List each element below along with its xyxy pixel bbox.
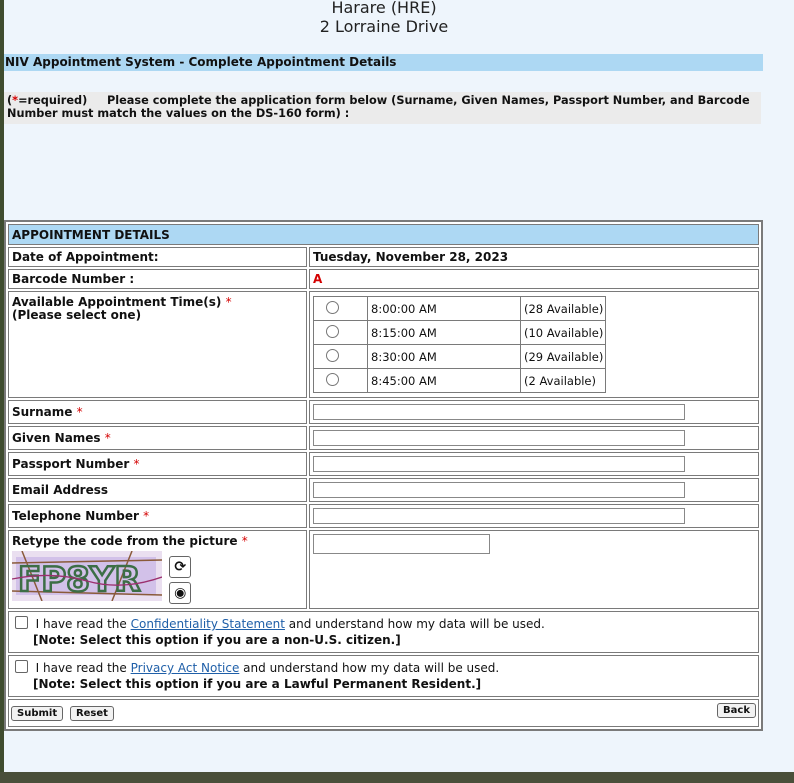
captcha-code: FP8YR [18,560,141,600]
email-label: Email Address [8,478,307,502]
page: Harare (HRE) 2 Lorraine Drive NIV Appoin… [4,0,794,772]
refresh-icon[interactable]: ⟳ [169,556,192,578]
confidentiality-checkbox[interactable] [15,616,28,629]
required-star: * [241,534,248,548]
submit-button[interactable]: Submit [11,706,64,721]
time-slot-time: 8:15:00 AM [367,320,521,345]
privacy-suffix: and understand how my data will be used. [243,661,500,675]
required-star: * [133,457,140,471]
time-slot-availability: (28 Available) [519,296,607,321]
confidentiality-prefix: I have read the [35,617,127,631]
required-star: * [104,431,111,445]
post-city: Harare (HRE) [331,0,437,17]
privacy-prefix: I have read the [35,661,127,675]
given-names-label: Given Names * [8,426,307,450]
time-slot-availability: (29 Available) [519,344,607,369]
time-slot-radio[interactable] [326,372,339,386]
section-header: APPOINTMENT DETAILS [8,224,759,245]
time-slot-list: 8:00:00 AM (28 Available) 8:15:00 AM (10… [313,296,607,393]
privacy-note: [Note: Select this option if you are a L… [33,677,482,691]
times-sub: (Please select one) [12,308,142,322]
captcha-controls: ⟳ ◉ [169,556,192,608]
time-slot[interactable]: 8:00:00 AM (28 Available) [313,296,607,321]
captcha-image: FP8YR [12,551,162,601]
passport-cell [309,452,759,476]
surname-label: Surname * [8,400,307,424]
surname-label-text: Surname [12,405,73,419]
surname-input[interactable] [313,404,685,420]
email-cell [309,478,759,502]
time-slot-time: 8:00:00 AM [367,296,521,321]
email-input[interactable] [313,482,685,498]
given-names-input[interactable] [313,430,685,446]
required-legend-close: =required) [18,94,88,107]
confidentiality-link[interactable]: Confidentiality Statement [131,617,285,631]
captcha-cell [309,530,759,609]
passport-input[interactable] [313,456,685,472]
confidentiality-suffix: and understand how my data will be used. [288,617,545,631]
barcode-label: Barcode Number : [8,269,307,289]
telephone-cell [309,504,759,528]
captcha-label: Retype the code from the picture [12,534,238,548]
intro-instructions: Please complete the application form bel… [7,94,750,120]
times-cell: 8:00:00 AM (28 Available) 8:15:00 AM (10… [309,291,759,398]
appointment-form: APPOINTMENT DETAILS Date of Appointment:… [4,220,763,731]
confidentiality-note: [Note: Select this option if you are a n… [33,633,401,647]
times-label-cell: Available Appointment Time(s) * (Please … [8,291,307,398]
surname-cell [309,400,759,424]
required-star: * [76,405,83,419]
captcha-label-cell: Retype the code from the picture * FP8YR… [8,530,307,609]
required-star: * [143,509,150,523]
privacy-cell: I have read the Privacy Act Notice and u… [8,655,759,697]
time-slot-radio[interactable] [326,324,339,338]
telephone-label-text: Telephone Number [12,509,139,523]
required-star: * [225,295,232,309]
time-slot[interactable]: 8:15:00 AM (10 Available) [313,320,607,345]
page-title: NIV Appointment System - Complete Appoin… [4,54,763,71]
privacy-link[interactable]: Privacy Act Notice [131,661,240,675]
time-slot-time: 8:30:00 AM [367,344,521,369]
time-slot-radio[interactable] [326,348,339,362]
post-address: 2 Lorraine Drive [319,17,449,36]
time-slot[interactable]: 8:30:00 AM (29 Available) [313,344,607,369]
time-slot-availability: (10 Available) [519,320,607,345]
telephone-label: Telephone Number * [8,504,307,528]
times-label: Available Appointment Time(s) [12,295,222,309]
window-edge-bottom [0,772,794,783]
confidentiality-cell: I have read the Confidentiality Statemen… [8,611,759,653]
audio-icon[interactable]: ◉ [169,582,192,604]
barcode-value: A [309,269,759,289]
captcha-input[interactable] [313,534,490,554]
passport-label: Passport Number * [8,452,307,476]
passport-label-text: Passport Number [12,457,130,471]
given-names-cell [309,426,759,450]
privacy-checkbox[interactable] [15,660,28,673]
back-button[interactable]: Back [717,703,756,718]
date-value: Tuesday, November 28, 2023 [309,247,759,267]
telephone-input[interactable] [313,508,685,524]
time-slot-availability: (2 Available) [519,368,607,393]
button-row: Submit Reset Back [8,699,759,727]
time-slot[interactable]: 8:45:00 AM (2 Available) [313,368,607,393]
given-names-label-text: Given Names [12,431,101,445]
time-slot-time: 8:45:00 AM [367,368,521,393]
date-label: Date of Appointment: [8,247,307,267]
time-slot-radio[interactable] [326,300,339,314]
reset-button[interactable]: Reset [69,706,114,721]
intro-text: (*=required) Please complete the applica… [4,92,761,124]
